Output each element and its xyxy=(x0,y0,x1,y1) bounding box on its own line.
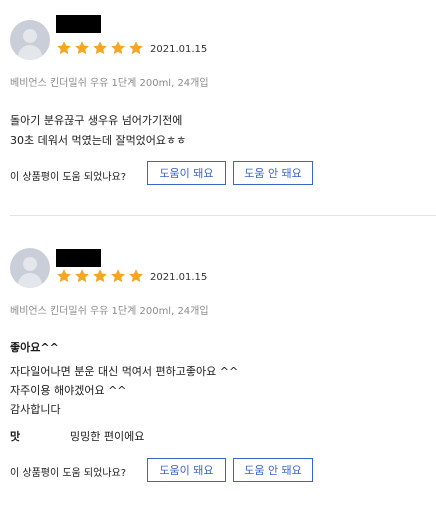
star-icon xyxy=(75,41,89,55)
helpful-question: 이 상품평이 도움 되었나요? xyxy=(10,468,127,479)
review-text-line: 자다일어나면 분운 대신 먹여서 편하고좋아요 ^^ xyxy=(10,365,239,378)
review-text-line: 감사합니다 xyxy=(10,403,61,416)
review-headline: 좋아요^^ xyxy=(10,341,59,354)
avatar xyxy=(10,20,50,60)
review-text-line: 돌아기 분유끊구 생우유 넘어가기전에 xyxy=(10,114,183,127)
helpful-no-button[interactable]: 도움 안 돼요 xyxy=(233,161,313,185)
redacted-username xyxy=(56,15,101,33)
helpful-question: 이 상품평이 도움 되었나요? xyxy=(10,172,127,183)
review-divider xyxy=(10,215,436,216)
star-icon xyxy=(93,269,107,283)
product-option: 베비언스 킨더밀쉬 우유 1단계 200ml, 24개입 xyxy=(10,306,209,317)
review-date: 2021.01.15 xyxy=(150,272,208,283)
helpful-yes-button[interactable]: 도움이 돼요 xyxy=(147,161,226,185)
helpful-no-button[interactable]: 도움 안 돼요 xyxy=(233,458,313,482)
rating-stars xyxy=(56,268,144,284)
review-text-line: 자주이용 해야겠어요 ^^ xyxy=(10,384,127,397)
star-icon xyxy=(75,269,89,283)
star-icon xyxy=(57,41,71,55)
star-icon xyxy=(57,269,71,283)
review-text-line: 30초 데워서 먹였는데 잘먹었어요ㅎㅎ xyxy=(10,134,187,147)
redacted-username xyxy=(56,249,101,267)
attribute-label: 맛 xyxy=(10,430,21,443)
review-date: 2021.01.15 xyxy=(150,44,208,55)
star-icon xyxy=(129,269,143,283)
star-icon xyxy=(129,41,143,55)
star-icon xyxy=(111,269,125,283)
rating-stars xyxy=(56,40,144,56)
attribute-value: 밍밍한 편이에요 xyxy=(70,430,145,443)
star-icon xyxy=(93,41,107,55)
avatar xyxy=(10,248,50,288)
star-icon xyxy=(111,41,125,55)
helpful-yes-button[interactable]: 도움이 돼요 xyxy=(147,458,226,482)
product-option: 베비언스 킨더밀쉬 우유 1단계 200ml, 24개입 xyxy=(10,78,209,89)
